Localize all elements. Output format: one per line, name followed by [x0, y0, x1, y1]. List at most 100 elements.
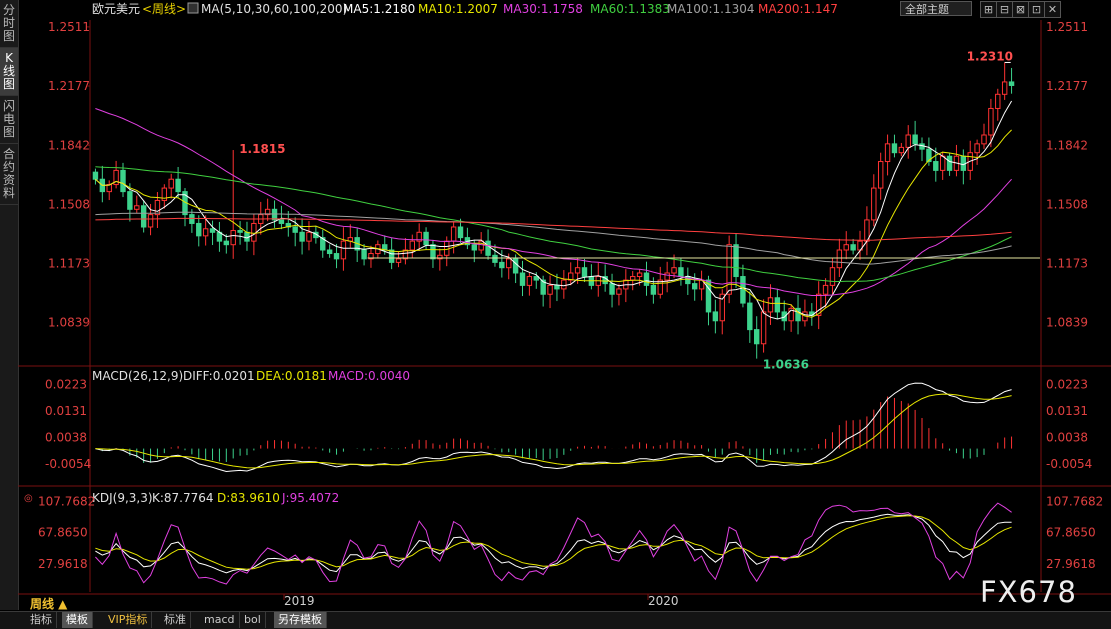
rail-tab-0[interactable]: 分时图: [0, 0, 18, 48]
kdj-label: KDJ(9,3,3): [92, 491, 153, 505]
price-axis-left-5: 1.0839: [48, 316, 90, 330]
ma-value-1: MA10:1.2007: [418, 2, 498, 16]
bottom-tab-3[interactable]: 标准: [160, 612, 191, 628]
macd-axis-left-0: 0.0223: [45, 378, 87, 392]
candle-body: [492, 254, 498, 263]
toolbar-button-0[interactable]: ⊞: [980, 1, 997, 18]
kdj-j-line: [95, 502, 1012, 585]
candle-body: [340, 240, 347, 260]
candle-body: [92, 171, 99, 180]
candle-body: [223, 240, 230, 246]
bottom-tab-0[interactable]: 指标: [26, 612, 57, 628]
candle-body: [733, 244, 739, 278]
candle-body: [333, 253, 340, 260]
rail-tab-1[interactable]: K线图: [0, 48, 18, 96]
price-axis-left-2: 1.1842: [48, 138, 90, 152]
rail-tab-2[interactable]: 闪电图: [0, 96, 18, 144]
candle-body: [423, 231, 429, 246]
symbol-name: 欧元美元: [92, 2, 140, 16]
candle-body: [1001, 81, 1008, 95]
candle-body: [898, 146, 905, 154]
theme-select[interactable]: 全部主题: [900, 1, 972, 16]
low-annotation: 1.0636: [763, 358, 809, 372]
candle-body: [127, 191, 133, 210]
candle-body: [877, 161, 884, 189]
candle-body: [299, 231, 305, 242]
price-axis-left-3: 1.1508: [48, 197, 90, 211]
kdj-axis-left-1: 67.8650: [38, 526, 88, 540]
candle-body: [147, 214, 154, 228]
candle-body: [326, 249, 333, 255]
toolbar-button-4[interactable]: ✕: [1044, 1, 1061, 18]
kdj-j: J:95.4072: [281, 491, 339, 505]
candle-body: [209, 228, 216, 233]
candle-body: [726, 244, 732, 295]
candle-body: [506, 258, 512, 269]
kdj-settings-icon: ◎: [24, 493, 33, 504]
candle-body: [905, 134, 911, 148]
candle-body: [134, 205, 140, 210]
x-axis-label-0: 2019: [284, 594, 315, 608]
candle-body: [457, 226, 464, 239]
candle-body: [939, 155, 946, 171]
candle-body: [774, 297, 781, 313]
price-axis-right-4: 1.1173: [1046, 257, 1088, 271]
candle-body: [850, 244, 856, 251]
bottom-toolbar: 指标 模板 VIP指标 标准 macd bol 另存模板: [0, 611, 1111, 629]
candle-body: [471, 244, 477, 251]
candle-body: [533, 276, 539, 281]
candle-body: [395, 258, 402, 263]
candle-body: [292, 226, 298, 233]
toolbar-button-3[interactable]: ⊡: [1028, 1, 1045, 18]
toolbar-button-2[interactable]: ⊠: [1012, 1, 1029, 18]
chart-area[interactable]: 欧元美元 <周线> MA(5,10,30,60,100,200)MA5:1.2180…: [18, 0, 1111, 610]
macd-dea: DEA:0.0181: [256, 369, 327, 383]
candle-body: [168, 178, 174, 189]
bottom-tab-6[interactable]: 另存模板: [274, 612, 327, 628]
macd-label: MACD(26,12,9): [92, 369, 183, 383]
macd-axis-left-1: 0.0131: [45, 404, 87, 418]
kdj-k: K:87.7764: [152, 491, 214, 505]
candle-body: [767, 297, 774, 313]
kdj-axis-left-2: 27.9618: [38, 557, 88, 571]
candle-body: [712, 311, 719, 322]
period-selector[interactable]: 周线 ▲: [30, 595, 67, 612]
ma-value-2: MA30:1.1758: [503, 2, 583, 16]
candle-body: [271, 208, 278, 221]
bottom-tab-4[interactable]: macd: [200, 612, 240, 628]
candle-body: [388, 249, 395, 263]
fx678-watermark: FX678: [980, 575, 1077, 609]
candle-body: [988, 107, 994, 136]
candle-body: [499, 261, 505, 269]
macd-axis-right-2: 0.0038: [1046, 431, 1088, 445]
candle-body: [120, 169, 126, 193]
kdj-axis-left-0: 107.7682: [38, 494, 95, 508]
bottom-tab-1[interactable]: 模板: [62, 612, 93, 628]
candle-body: [196, 222, 202, 237]
kdj-axis-right-2: 27.9618: [1046, 557, 1096, 571]
bottom-tab-5[interactable]: bol: [240, 612, 266, 628]
macd-axis-right-1: 0.0131: [1046, 404, 1088, 418]
left-high-annotation: 1.1815: [239, 142, 285, 156]
candle-body: [946, 155, 953, 171]
price-axis-left-4: 1.1173: [48, 257, 90, 271]
candle-body: [175, 178, 181, 193]
candle-body: [884, 143, 891, 163]
candle-body: [450, 226, 457, 242]
candle-body: [485, 240, 491, 256]
candle-body: [251, 222, 257, 242]
candle-body: [574, 267, 581, 274]
ma-label: MA(5,10,30,60,100,200): [201, 2, 347, 16]
bottom-tab-2[interactable]: VIP指标: [104, 612, 153, 628]
candle-body: [478, 240, 484, 251]
toolbar-button-1[interactable]: ⊟: [996, 1, 1013, 18]
rail-tab-3[interactable]: 合约资料: [0, 144, 18, 205]
ma-value-5: MA200:1.147: [758, 2, 838, 16]
candle-body: [561, 279, 567, 290]
high-annotation: 1.2310: [967, 49, 1013, 63]
candle-body: [843, 244, 849, 251]
candle-body: [781, 311, 787, 322]
price-axis-right-1: 1.2177: [1046, 79, 1088, 93]
kdj-k-line: [95, 513, 1012, 574]
candle-body: [519, 272, 526, 286]
